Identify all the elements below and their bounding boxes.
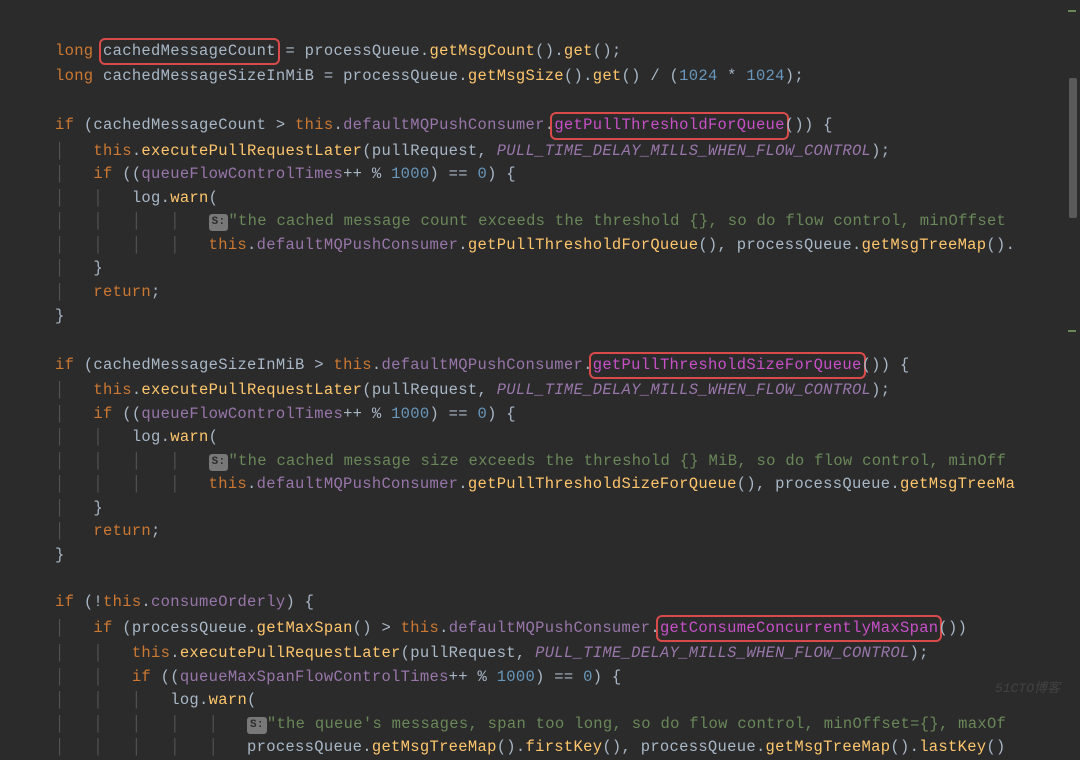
vertical-scrollbar[interactable] <box>1066 0 1078 711</box>
inline-hint-badge: S: <box>209 454 229 471</box>
keyword-long: long <box>55 42 103 60</box>
gutter-mark <box>1068 330 1076 332</box>
code-editor[interactable]: long cachedMessageCount = processQueue.g… <box>0 0 1080 760</box>
highlight-box-4: getConsumeConcurrentlyMaxSpan <box>656 615 942 643</box>
highlight-box-2: getPullThresholdForQueue <box>550 112 788 140</box>
inline-hint-badge: S: <box>247 717 267 734</box>
highlight-box-1: cachedMessageCount <box>99 38 280 66</box>
scrollbar-thumb[interactable] <box>1069 78 1077 218</box>
highlight-box-3: getPullThresholdSizeForQueue <box>589 352 866 380</box>
inline-hint-badge: S: <box>209 214 229 231</box>
watermark: 51CTO博客 <box>995 679 1060 699</box>
gutter-mark <box>1068 10 1076 12</box>
